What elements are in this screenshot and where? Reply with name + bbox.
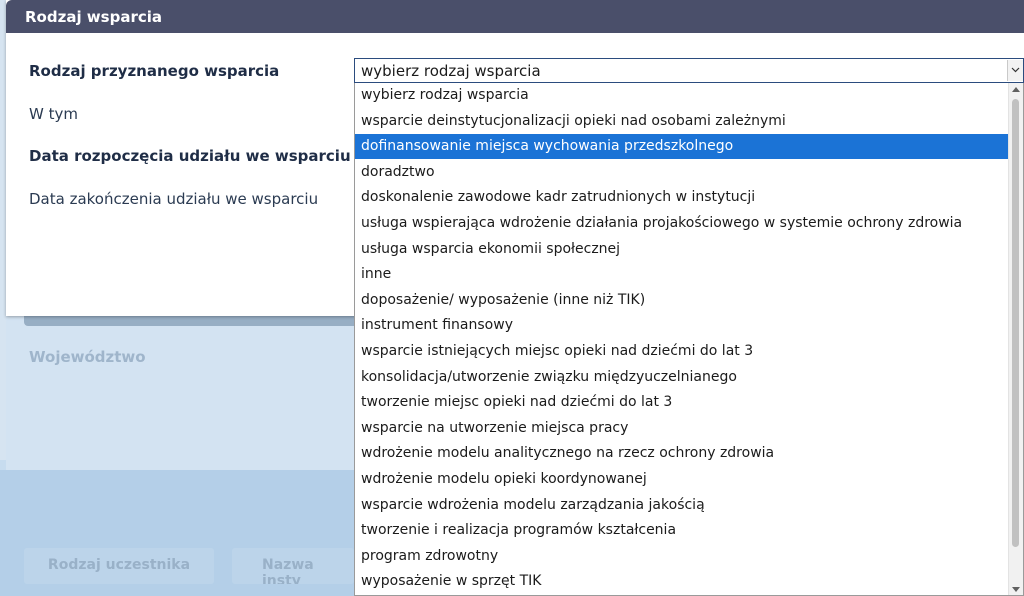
background-bar bbox=[24, 316, 360, 326]
modal-title: Rodzaj wsparcia bbox=[25, 8, 163, 26]
support-type-select[interactable]: wybierz rodzaj wsparcia bbox=[354, 58, 1024, 83]
dropdown-option[interactable]: wsparcie deinstytucjonalizacji opieki na… bbox=[355, 109, 1010, 134]
modal-header: Rodzaj wsparcia bbox=[6, 0, 1024, 33]
dropdown-option[interactable]: instrument finansowy bbox=[355, 313, 1010, 338]
dropdown-option[interactable]: doposażenie/ wyposażenie (inne niż TIK) bbox=[355, 288, 1010, 313]
dropdown-option[interactable]: wyposażenie w sprzęt TIK bbox=[355, 569, 1010, 594]
dropdown-option[interactable]: tworzenie miejsc opieki nad dziećmi do l… bbox=[355, 390, 1010, 415]
dropdown-option[interactable]: usługa wspierająca wdrożenie działania p… bbox=[355, 211, 1010, 236]
support-type-select-value: wybierz rodzaj wsparcia bbox=[361, 62, 541, 80]
dropdown-option[interactable]: wsparcie na utworzenie miejsca pracy bbox=[355, 416, 1010, 441]
dropdown-option[interactable]: dofinansowanie miejsca wychowania przeds… bbox=[355, 134, 1010, 160]
scroll-down-icon bbox=[1012, 587, 1020, 592]
start-date-label: Data rozpoczęcia udziału we wsparciu bbox=[29, 147, 351, 165]
dropdown-option[interactable]: tworzenie i realizacja programów kształc… bbox=[355, 518, 1010, 543]
dropdown-option[interactable]: doradztwo bbox=[355, 160, 1010, 185]
dropdown-option[interactable]: wsparcie istniejących miejsc opieki nad … bbox=[355, 339, 1010, 364]
column-header-participant-type-label: Rodzaj uczestnika bbox=[47, 557, 191, 573]
dropdown-option[interactable]: wybierz rodzaj wsparcia bbox=[355, 83, 1010, 108]
dropdown-option[interactable]: konsolidacja/utworzenie związku międzyuc… bbox=[355, 365, 1010, 390]
support-type-label: Rodzaj przyznanego wsparcia bbox=[29, 62, 280, 80]
end-date-label: Data zakończenia udziału we wsparciu bbox=[29, 190, 319, 208]
column-header-participant-type: Rodzaj uczestnika bbox=[24, 548, 214, 584]
support-type-dropdown-list: wybierz rodzaj wsparcia wsparcie deinstyt… bbox=[354, 83, 1024, 596]
dropdown-option[interactable]: wdrożenie modelu analitycznego na rzecz … bbox=[355, 441, 1010, 466]
column-header-institution-name: Nazwa insty bbox=[232, 548, 354, 584]
dropdown-option[interactable]: wdrożenie modelu opieki koordynowanej bbox=[355, 467, 1010, 492]
dropdown-option[interactable]: inne bbox=[355, 262, 1010, 287]
dropdown-option[interactable]: usługa wsparcia ekonomii społecznej bbox=[355, 237, 1010, 262]
voivodeship-label: Województwo bbox=[29, 348, 146, 366]
scroll-thumb[interactable] bbox=[1012, 99, 1019, 547]
dropdown-option[interactable]: program zdrowotny bbox=[355, 544, 1010, 569]
dropdown-scrollbar[interactable] bbox=[1008, 83, 1023, 595]
column-header-institution-name-label: Nazwa insty bbox=[262, 557, 314, 584]
dropdown-option[interactable]: doskonalenie zawodowe kadr zatrudnionych… bbox=[355, 185, 1010, 210]
chevron-down-icon[interactable] bbox=[1007, 60, 1023, 81]
dropdown-option[interactable]: wsparcie wdrożenia modelu zarządzania ja… bbox=[355, 493, 1010, 518]
scroll-up-icon bbox=[1012, 87, 1020, 92]
in-that-label: W tym bbox=[29, 105, 78, 123]
